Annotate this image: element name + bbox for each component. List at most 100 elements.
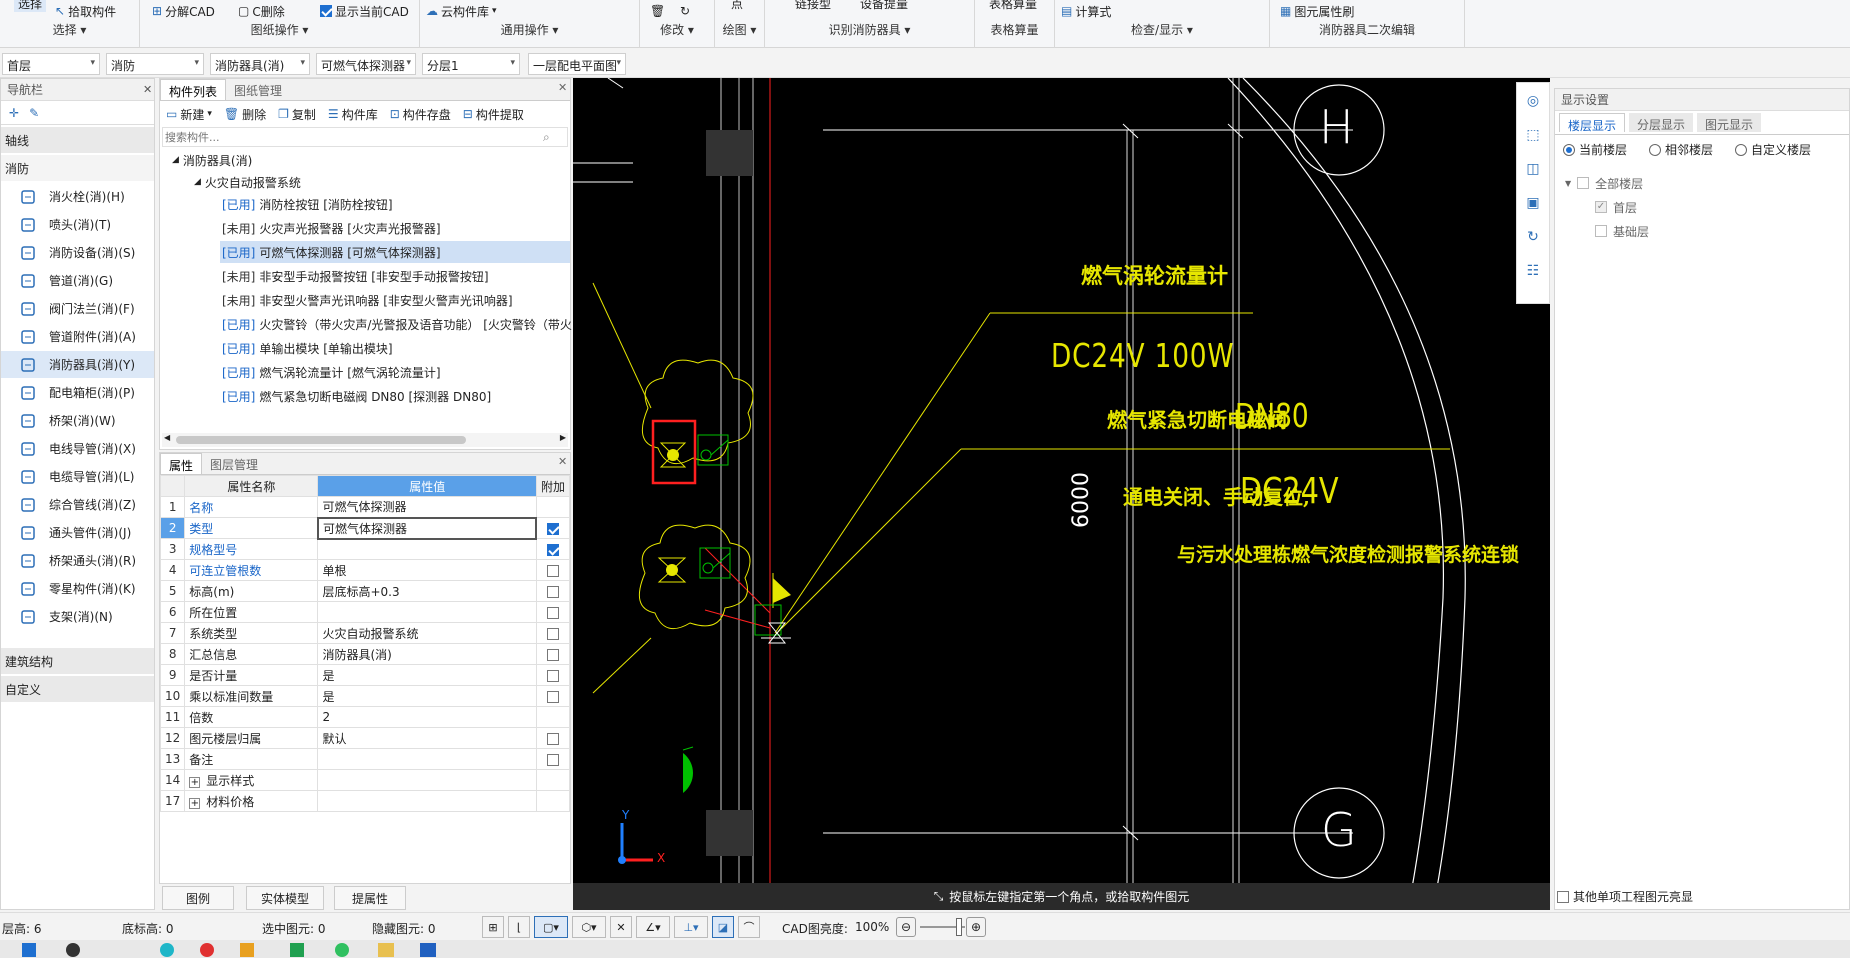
- close-icon[interactable]: ✕: [558, 81, 567, 94]
- sidebar-item-fire-equipment[interactable]: 消防设备(消)(S): [1, 239, 154, 266]
- sidebar-item-pipe[interactable]: 管道(消)(G): [1, 267, 154, 294]
- windows-start-icon[interactable]: [22, 943, 36, 957]
- formula-button[interactable]: ▤ 计算式: [1061, 2, 1111, 20]
- specialty-select[interactable]: 消防 ▾: [106, 53, 204, 75]
- table-row[interactable]: 1 名称 可燃气体探测器: [159, 496, 571, 518]
- table-row[interactable]: 7 系统类型 火灾自动报警系统: [159, 622, 571, 644]
- cube-3d-icon[interactable]: ⬚: [1521, 123, 1545, 147]
- type-select[interactable]: 消防器具(消) ▾: [210, 53, 310, 75]
- property-value[interactable]: 默认: [317, 727, 537, 749]
- table-row[interactable]: 9 是否计量 是: [159, 664, 571, 686]
- show-current-cad-toggle[interactable]: 显示当前CAD: [320, 2, 409, 20]
- tab-element-display[interactable]: 图元显示: [1697, 113, 1762, 132]
- select-button[interactable]: 选择: [14, 0, 47, 12]
- extract-property-button[interactable]: 提属性: [334, 886, 406, 910]
- sidebar-item-misc-component[interactable]: 零星构件(消)(K): [1, 575, 154, 602]
- tree-item[interactable]: [未用] 非安型火警声光讯响器 [非安型火警声光讯响器]: [222, 289, 513, 311]
- table-row[interactable]: 12 图元楼层归属 默认: [159, 727, 571, 749]
- trash-button[interactable]: 🗑: [650, 2, 665, 20]
- delete-cad-button[interactable]: ▢ C删除: [238, 2, 285, 20]
- collapse-icon[interactable]: ◢: [194, 177, 201, 187]
- new-button[interactable]: ▭ 新建 ▾: [166, 106, 212, 123]
- point-button[interactable]: 点: [731, 0, 743, 12]
- app-icon[interactable]: [240, 943, 254, 957]
- explode-cad-button[interactable]: ⊞ 分解CAD: [152, 2, 215, 20]
- nav-section-custom[interactable]: 自定义: [1, 676, 154, 702]
- radio-button[interactable]: [1735, 143, 1748, 156]
- orbit-icon[interactable]: ◎: [1521, 89, 1545, 113]
- tab-properties[interactable]: 属性: [160, 453, 203, 474]
- track-icon[interactable]: ◪: [712, 916, 734, 938]
- extra-checkbox[interactable]: [546, 690, 559, 703]
- grid-snap-icon[interactable]: ⊞: [482, 916, 504, 938]
- property-value[interactable]: 可燃气体探测器: [317, 496, 537, 518]
- checkbox[interactable]: [1577, 177, 1590, 189]
- sidebar-item-wire-conduit[interactable]: 电线导管(消)(X): [1, 435, 154, 462]
- table-quantity-button[interactable]: 表格算量: [989, 0, 1037, 12]
- sidebar-item-pipe-fitting[interactable]: 管道附件(消)(A): [1, 323, 154, 350]
- property-value[interactable]: 消防器具(消): [317, 643, 537, 665]
- search-taskbar-icon[interactable]: [66, 943, 80, 957]
- sidebar-item-bracket[interactable]: 支架(消)(N): [1, 603, 154, 630]
- scroll-left-icon[interactable]: ◀: [164, 433, 170, 442]
- add-axis-icon[interactable]: ✛: [9, 106, 19, 120]
- checkbox[interactable]: [1557, 890, 1569, 903]
- table-row[interactable]: 4 可连立管根数 单根: [159, 559, 571, 581]
- table-row[interactable]: 17 + 材料价格: [159, 790, 571, 812]
- drawing-select[interactable]: 一层配电平面图 ▾: [528, 53, 626, 75]
- checkbox[interactable]: ✓: [1595, 201, 1607, 213]
- search-icon[interactable]: ⌕: [543, 130, 550, 145]
- cube-icon[interactable]: ◫: [1521, 157, 1545, 181]
- property-value[interactable]: [317, 748, 537, 770]
- extra-checkbox[interactable]: [546, 606, 559, 619]
- sidebar-item-sprinkler[interactable]: 喷头(消)(T): [1, 211, 154, 238]
- tree-item[interactable]: [未用] 非安型手动报警按钮 [非安型手动报警按钮]: [222, 265, 489, 287]
- app-icon[interactable]: [420, 943, 436, 957]
- close-icon[interactable]: ✕: [558, 455, 567, 468]
- sidebar-item-tray[interactable]: 桥架(消)(W): [1, 407, 154, 434]
- solid-model-button[interactable]: 实体模型: [246, 886, 324, 910]
- tree-root[interactable]: ◢ 消防器具(消): [172, 149, 252, 171]
- radio-button[interactable]: [1563, 143, 1575, 156]
- property-value[interactable]: 可燃气体探测器: [316, 516, 538, 540]
- extra-checkbox[interactable]: [546, 648, 559, 661]
- save-component-button[interactable]: ⊡ 构件存盘: [390, 106, 451, 123]
- sidebar-item-tee-fitting[interactable]: 通头管件(消)(J): [1, 519, 154, 546]
- property-value[interactable]: [317, 769, 537, 791]
- cad-canvas[interactable]: 燃气涡轮流量计 DC24V 100W 燃气紧急切断电磁阀 DN80 6000 通…: [573, 78, 1550, 910]
- tree-first-floor[interactable]: ✓ 首层: [1565, 195, 1649, 219]
- sidebar-item-combined-pipe[interactable]: 综合管线(消)(Z): [1, 491, 154, 518]
- tree-item[interactable]: [未用] 火灾声光报警器 [火灾声光报警器]: [222, 217, 441, 239]
- radio-custom-floor[interactable]: 自定义楼层: [1735, 141, 1811, 158]
- expand-icon[interactable]: +: [189, 797, 201, 809]
- table-row[interactable]: 5 标高(m) 层底标高+0.3: [159, 580, 571, 602]
- extract-component-button[interactable]: ⊟ 构件提取: [463, 106, 524, 123]
- table-row[interactable]: 2 类型 可燃气体探测器: [159, 516, 571, 540]
- tab-drawing-manage[interactable]: 图纸管理: [226, 79, 290, 100]
- pick-component-button[interactable]: ↖ 拾取构件: [55, 2, 116, 20]
- nav-section-axis[interactable]: 轴线: [1, 127, 154, 153]
- radio-button[interactable]: [1649, 143, 1662, 156]
- scrollbar-thumb[interactable]: [176, 436, 466, 444]
- nav-section-fire[interactable]: 消防: [1, 155, 154, 181]
- scroll-right-icon[interactable]: ▶: [560, 433, 566, 442]
- copy-button[interactable]: ❐ 复制: [278, 106, 316, 123]
- property-value[interactable]: 是: [317, 664, 537, 686]
- property-value[interactable]: 是: [317, 685, 537, 707]
- tree-item[interactable]: [已用] 火灾警铃（带火灾声/光警报及语音功能） [火灾警铃（带火: [222, 313, 572, 335]
- nav-section-structure[interactable]: 建筑结构: [1, 648, 154, 674]
- tab-floor-display[interactable]: 楼层显示: [1559, 113, 1626, 133]
- tab-layer-manage[interactable]: 图层管理: [202, 453, 266, 474]
- extra-checkbox[interactable]: [546, 564, 559, 577]
- extra-checkbox[interactable]: [546, 543, 559, 556]
- table-row[interactable]: 8 汇总信息 消防器具(消): [159, 643, 571, 665]
- extra-checkbox[interactable]: [547, 522, 560, 535]
- slider-handle[interactable]: [956, 918, 962, 936]
- app-icon[interactable]: [335, 943, 349, 957]
- tree-foundation[interactable]: 基础层: [1565, 219, 1649, 243]
- layer-select[interactable]: 分层1 ▾: [422, 53, 520, 75]
- property-value[interactable]: 单根: [317, 559, 537, 581]
- cube-solid-icon[interactable]: ▣: [1521, 191, 1545, 215]
- tab-layer-display[interactable]: 分层显示: [1629, 113, 1694, 132]
- zoom-out-icon[interactable]: ⊖: [896, 917, 916, 937]
